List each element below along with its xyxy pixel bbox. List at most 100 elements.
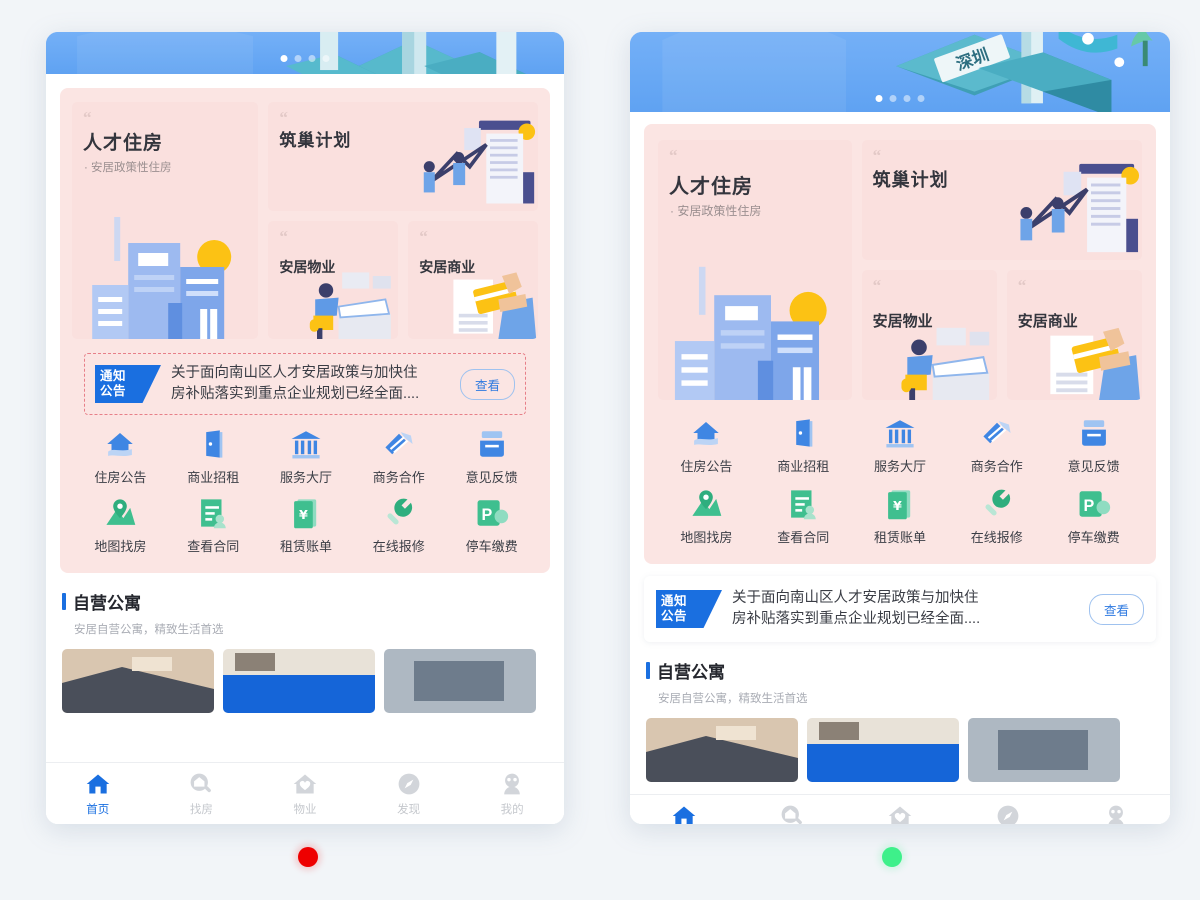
promo-card-nest-plan[interactable]: “ 筑巢计划 [861, 140, 1142, 260]
carousel-dot-3[interactable] [308, 55, 316, 62]
quick-action-label: 地图找房 [94, 539, 147, 555]
carousel-dot-1[interactable] [280, 55, 288, 62]
notice-view-button[interactable]: 查看 [1088, 593, 1144, 625]
carousel-dot-1[interactable] [875, 95, 883, 102]
quick-action-label: 租赁账单 [279, 539, 332, 555]
quick-action-parking-payment[interactable]: P 停车缴费 [1045, 487, 1142, 546]
hand-card-illustration [1034, 322, 1142, 400]
notice-badge-label: 通知 公告 [100, 369, 127, 399]
quick-action-commercial-lease[interactable]: 商业招租 [755, 416, 852, 475]
apartment-card[interactable] [968, 718, 1120, 783]
quick-action-business-cooperation[interactable]: 商务合作 [352, 427, 445, 486]
promo-card-talent-housing[interactable]: “ 人才住房 · 安居政策性住房 [72, 102, 259, 339]
carousel-dot-3[interactable] [903, 95, 911, 102]
tab-home[interactable]: 首页 [46, 771, 150, 817]
page-scroll-area-right[interactable]: “ 人才住房 · 安居政策性住房 “ 筑巢计划 “ 安居物业 “ 安居商业 住房… [630, 112, 1170, 824]
quick-action-rent-bill[interactable]: ¥ 租赁账单 [260, 496, 353, 555]
promo-card-nest-plan[interactable]: “ 筑巢计划 [268, 102, 538, 211]
promo-card-column-right: “ 筑巢计划 “ 安居物业 “ 安居商业 [268, 102, 539, 339]
tab-discover[interactable]: 发现 [357, 771, 461, 817]
carousel-dot-2[interactable] [889, 95, 897, 102]
quick-action-housing-notice[interactable]: 住房公告 [74, 427, 167, 486]
apartment-card[interactable] [62, 649, 214, 714]
quote-icon: “ [872, 276, 882, 295]
promo-card-business[interactable]: “ 安居商业 [1006, 270, 1142, 400]
quick-action-rent-bill[interactable]: ¥ 租赁账单 [852, 487, 949, 546]
notice-banner[interactable]: 通知 公告 关于面向南山区人才安居政策与加快住 房补贴落实到重点企业规划已经全面… [84, 353, 526, 416]
quick-action-label: 地图找房 [680, 530, 733, 545]
house-shield-icon [689, 416, 723, 450]
tab-discover[interactable]: 发现 [954, 803, 1062, 824]
apartment-card[interactable] [223, 649, 375, 714]
banner-carousel[interactable] [46, 32, 564, 74]
quick-action-view-contract[interactable]: 查看合同 [167, 496, 260, 555]
promo-card-title: 筑巢计划 [279, 131, 352, 150]
feedback-box-icon [475, 427, 509, 461]
promo-card-property[interactable]: “ 安居物业 [861, 270, 997, 400]
tab-find-house[interactable]: 找房 [150, 771, 254, 817]
quick-action-parking-payment[interactable]: P 停车缴费 [445, 496, 538, 555]
carousel-dots[interactable] [280, 55, 330, 62]
house-heart-icon [887, 803, 913, 824]
city-buildings-illustration [78, 209, 256, 339]
tab-mine[interactable]: 我的 [460, 771, 564, 817]
apartment-card-strip[interactable] [46, 637, 564, 714]
carousel-dot-2[interactable] [294, 55, 302, 62]
home-icon [85, 771, 111, 797]
quick-action-business-cooperation[interactable]: 商务合作 [948, 416, 1045, 475]
promo-card-property[interactable]: “ 安居物业 [268, 221, 399, 339]
person-at-desk-illustration [889, 322, 997, 400]
apartment-card[interactable] [384, 649, 536, 714]
promo-card-small-row: “ 安居物业 “ 安居商业 [861, 270, 1142, 400]
teamwork-chart-illustration [396, 117, 536, 209]
notice-badge: 通知 公告 [95, 365, 161, 404]
quick-action-label: 商务合作 [372, 470, 425, 486]
home-icon [671, 803, 697, 824]
quick-action-online-repair[interactable]: 在线报修 [948, 487, 1045, 546]
tab-home[interactable]: 首页 [630, 803, 738, 824]
promo-card-small-row: “ 安居物业 “ 安居商业 [268, 221, 539, 339]
svg-text:P: P [481, 506, 492, 524]
bottom-tab-bar[interactable]: 首页 找房 物业 发现 我的 [630, 794, 1170, 824]
apartment-card-strip[interactable] [630, 706, 1170, 783]
apartment-card[interactable] [807, 718, 959, 783]
quick-action-feedback[interactable]: 意见反馈 [1045, 416, 1142, 475]
quick-action-online-repair[interactable]: 在线报修 [352, 496, 445, 555]
quick-action-label: 在线报修 [372, 539, 425, 555]
carousel-dots[interactable] [875, 95, 925, 102]
carousel-dot-4[interactable] [917, 95, 925, 102]
carousel-dot-4[interactable] [322, 55, 330, 62]
section-header: 自营公寓 [646, 658, 1154, 683]
tab-property[interactable]: 物业 [253, 771, 357, 817]
self-operated-apartment-section: 自营公寓 安居自营公寓，精致生活首选 [46, 573, 564, 637]
person-icon [1103, 803, 1129, 824]
page-scroll-area-left[interactable]: “ 人才住房 · 安居政策性住房 “ 筑巢计划 “ 安居物业 “ 安居商业 通知… [46, 74, 564, 824]
promo-card-talent-housing[interactable]: “ 人才住房 · 安居政策性住房 [658, 140, 852, 400]
quick-action-label: 服务大厅 [873, 459, 926, 474]
notice-badge-label: 通知 公告 [661, 594, 688, 624]
tab-mine[interactable]: 我的 [1062, 803, 1170, 824]
quick-action-service-hall[interactable]: 服务大厅 [260, 427, 353, 486]
quick-action-map-search[interactable]: 地图找房 [74, 496, 167, 555]
promo-card-subtitle: · 安居政策性住房 [84, 162, 172, 174]
promo-card-column-left: “ 人才住房 · 安居政策性住房 [72, 102, 259, 339]
tab-property[interactable]: 物业 [846, 803, 954, 824]
quick-action-map-search[interactable]: 地图找房 [658, 487, 755, 546]
quick-action-label: 查看合同 [777, 530, 830, 545]
quick-action-housing-notice[interactable]: 住房公告 [658, 416, 755, 475]
notice-banner[interactable]: 通知 公告 关于面向南山区人才安居政策与加快住 房补贴落实到重点企业规划已经全面… [644, 576, 1156, 643]
teamwork-chart-illustration [990, 160, 1140, 258]
banner-carousel[interactable]: 深圳 [630, 32, 1170, 112]
quick-action-service-hall[interactable]: 服务大厅 [852, 416, 949, 475]
quick-action-commercial-lease[interactable]: 商业招租 [167, 427, 260, 486]
banner-city-illustration [264, 32, 564, 74]
tab-find-house[interactable]: 找房 [738, 803, 846, 825]
notice-view-button[interactable]: 查看 [459, 368, 515, 400]
promo-card-business[interactable]: “ 安居商业 [408, 221, 539, 339]
apartment-card[interactable] [646, 718, 798, 783]
quick-action-feedback[interactable]: 意见反馈 [445, 427, 538, 486]
section-subtitle: 安居自营公寓，精致生活首选 [658, 693, 808, 706]
bottom-tab-bar[interactable]: 首页 找房 物业 发现 我的 [46, 762, 564, 824]
quick-action-view-contract[interactable]: 查看合同 [755, 487, 852, 546]
notice-text: 关于面向南山区人才安居政策与加快住 房补贴落实到重点企业规划已经全面.... [171, 363, 450, 405]
